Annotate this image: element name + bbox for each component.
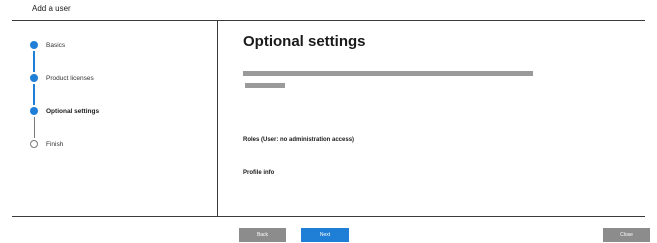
page-title: Optional settings bbox=[243, 33, 366, 50]
step-current-icon bbox=[30, 107, 38, 115]
step-connector bbox=[33, 84, 35, 105]
step-complete-icon bbox=[30, 74, 38, 82]
loading-placeholder-bar bbox=[243, 71, 533, 76]
step-connector bbox=[34, 117, 35, 138]
step-label: Optional settings bbox=[46, 108, 100, 115]
add-user-wizard: Add a user Basics Product licenses Optio… bbox=[0, 0, 657, 243]
profile-info-section-label[interactable]: Profile info bbox=[243, 170, 274, 176]
footer-divider bbox=[12, 216, 645, 217]
step-product-licenses[interactable]: Product licenses bbox=[30, 74, 210, 107]
step-finish[interactable]: Finish bbox=[30, 140, 210, 173]
step-complete-icon bbox=[30, 41, 38, 49]
step-pending-icon bbox=[30, 140, 38, 148]
header-divider bbox=[12, 20, 645, 21]
roles-section-label[interactable]: Roles (User: no administration access) bbox=[243, 137, 354, 143]
back-button[interactable]: Back bbox=[239, 228, 286, 242]
step-optional-settings[interactable]: Optional settings bbox=[30, 107, 210, 140]
wizard-stepper: Basics Product licenses Optional setting… bbox=[30, 41, 210, 173]
step-label: Basics bbox=[46, 42, 66, 49]
step-label: Product licenses bbox=[46, 75, 94, 82]
column-divider bbox=[217, 21, 218, 216]
close-button[interactable]: Close bbox=[603, 228, 650, 242]
window-title: Add a user bbox=[32, 4, 71, 13]
step-basics[interactable]: Basics bbox=[30, 41, 210, 74]
step-connector bbox=[33, 51, 35, 72]
loading-placeholder-bar-short bbox=[245, 83, 285, 88]
step-label: Finish bbox=[46, 141, 64, 148]
next-button[interactable]: Next bbox=[301, 228, 349, 242]
